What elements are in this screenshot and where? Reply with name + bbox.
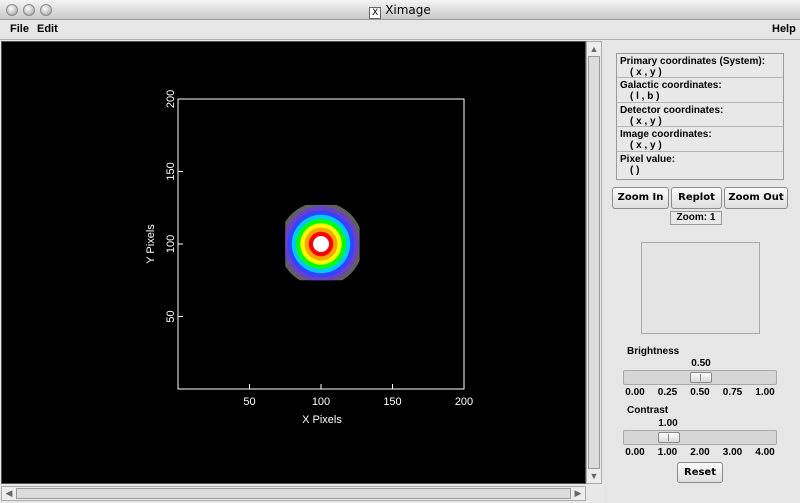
x-tick-label: 200 xyxy=(455,396,473,408)
slider-tick-label: 4.00 xyxy=(755,447,775,458)
galactic-coordinates-value: ( l , b ) xyxy=(630,91,660,103)
magnifier-preview xyxy=(641,242,760,334)
y-tick-label: 100 xyxy=(165,235,177,253)
scroll-up-icon[interactable]: ▲ xyxy=(587,43,601,55)
reset-button[interactable]: Reset xyxy=(677,462,723,483)
window-title: X Ximage xyxy=(0,3,800,19)
pixel-value-readout: ( ) xyxy=(630,164,640,176)
y-tick-label: 150 xyxy=(165,162,177,180)
x-tick-label: 150 xyxy=(383,396,401,408)
y-axis: 50 100 150 200 xyxy=(165,90,183,323)
slider-tick-label: 0.25 xyxy=(657,387,678,398)
intensity-band xyxy=(313,236,329,252)
brightness-slider-thumb[interactable] xyxy=(690,372,712,383)
pixel-value: Pixel value: ( ) xyxy=(617,152,783,176)
plot-svg: 50 100 150 200 50 100 150 200 X Pixels Y Pixel… xyxy=(145,90,473,426)
slider-tick-label: 3.00 xyxy=(722,447,743,458)
menu-help[interactable]: Help xyxy=(772,23,796,35)
menu-edit[interactable]: Edit xyxy=(37,23,58,35)
galactic-coordinates-label: Galactic coordinates: xyxy=(620,80,722,92)
brightness-scale: 0.00 0.25 0.50 0.75 1.00 xyxy=(623,387,777,399)
brightness-slider[interactable] xyxy=(623,370,777,385)
y-tick-label: 50 xyxy=(165,310,177,322)
contrast-slider-thumb[interactable] xyxy=(657,432,680,443)
slider-tick-label: 1.00 xyxy=(755,387,775,398)
contrast-value: 1.00 xyxy=(658,418,678,429)
slider-tick-label: 1.00 xyxy=(657,447,678,458)
contrast-slider[interactable] xyxy=(623,430,777,445)
brightness-value: 0.50 xyxy=(691,358,711,369)
scroll-down-icon[interactable]: ▼ xyxy=(587,470,601,482)
slider-tick-label: 0.00 xyxy=(625,447,645,458)
image-coordinates-value: ( x , y ) xyxy=(630,140,662,152)
horizontal-scrollbar[interactable]: ◀ ▶ xyxy=(1,486,586,501)
zoom-level: Zoom: 1 xyxy=(670,211,722,225)
contrast-label: Contrast xyxy=(627,405,669,416)
slider-tick-label: 0.75 xyxy=(722,387,743,398)
title-bar: X Ximage xyxy=(0,0,800,20)
image-coordinates: Image coordinates: ( x , y ) xyxy=(617,127,783,152)
image-canvas[interactable]: 50 100 150 200 50 100 150 200 X Pixels Y Pixel… xyxy=(1,41,586,484)
y-axis-label: Y Pixels xyxy=(145,224,157,264)
detector-coordinates-label: Detector coordinates: xyxy=(620,104,724,116)
scroll-right-icon[interactable]: ▶ xyxy=(571,487,585,499)
source-image xyxy=(285,204,360,281)
y-tick-label: 200 xyxy=(165,90,177,108)
slider-tick-label: 2.00 xyxy=(690,447,710,458)
menu-file[interactable]: File xyxy=(10,23,29,35)
galactic-coordinates: Galactic coordinates: ( l , b ) xyxy=(617,78,783,103)
brightness-label: Brightness xyxy=(627,346,680,357)
scroll-left-icon[interactable]: ◀ xyxy=(2,487,16,499)
image-coordinates-label: Image coordinates: xyxy=(620,129,712,141)
x-tick-label: 50 xyxy=(243,396,255,408)
detector-coordinates-value: ( x , y ) xyxy=(630,115,662,127)
x-tick-label: 100 xyxy=(312,396,330,408)
x-axis: 50 100 150 200 xyxy=(243,384,473,408)
vertical-scroll-thumb[interactable] xyxy=(588,56,600,469)
replot-button[interactable]: Replot xyxy=(671,187,722,209)
primary-coordinates-value: ( x , y ) xyxy=(630,67,662,78)
zoom-in-button[interactable]: Zoom In xyxy=(612,187,669,209)
contrast-scale: 0.00 1.00 2.00 3.00 4.00 xyxy=(623,447,777,459)
zoom-out-button[interactable]: Zoom Out xyxy=(724,187,788,209)
slider-tick-label: 0.00 xyxy=(625,387,645,398)
x11-icon: X xyxy=(369,7,382,19)
detector-coordinates: Detector coordinates: ( x , y ) xyxy=(617,103,783,128)
pixel-value-label: Pixel value: xyxy=(620,153,676,165)
horizontal-scroll-thumb[interactable] xyxy=(16,488,571,499)
primary-coordinates-label: Primary coordinates (System): xyxy=(620,56,766,67)
coordinates-display: Primary coordinates (System): ( x , y ) … xyxy=(616,53,784,180)
primary-coordinates: Primary coordinates (System): ( x , y ) xyxy=(617,54,783,79)
x-axis-label: X Pixels xyxy=(302,414,342,426)
window-title-text: Ximage xyxy=(385,3,431,17)
vertical-scrollbar[interactable]: ▲ ▼ xyxy=(586,41,602,484)
slider-tick-label: 0.50 xyxy=(690,387,710,398)
menu-bar: File Edit Help xyxy=(0,20,800,40)
